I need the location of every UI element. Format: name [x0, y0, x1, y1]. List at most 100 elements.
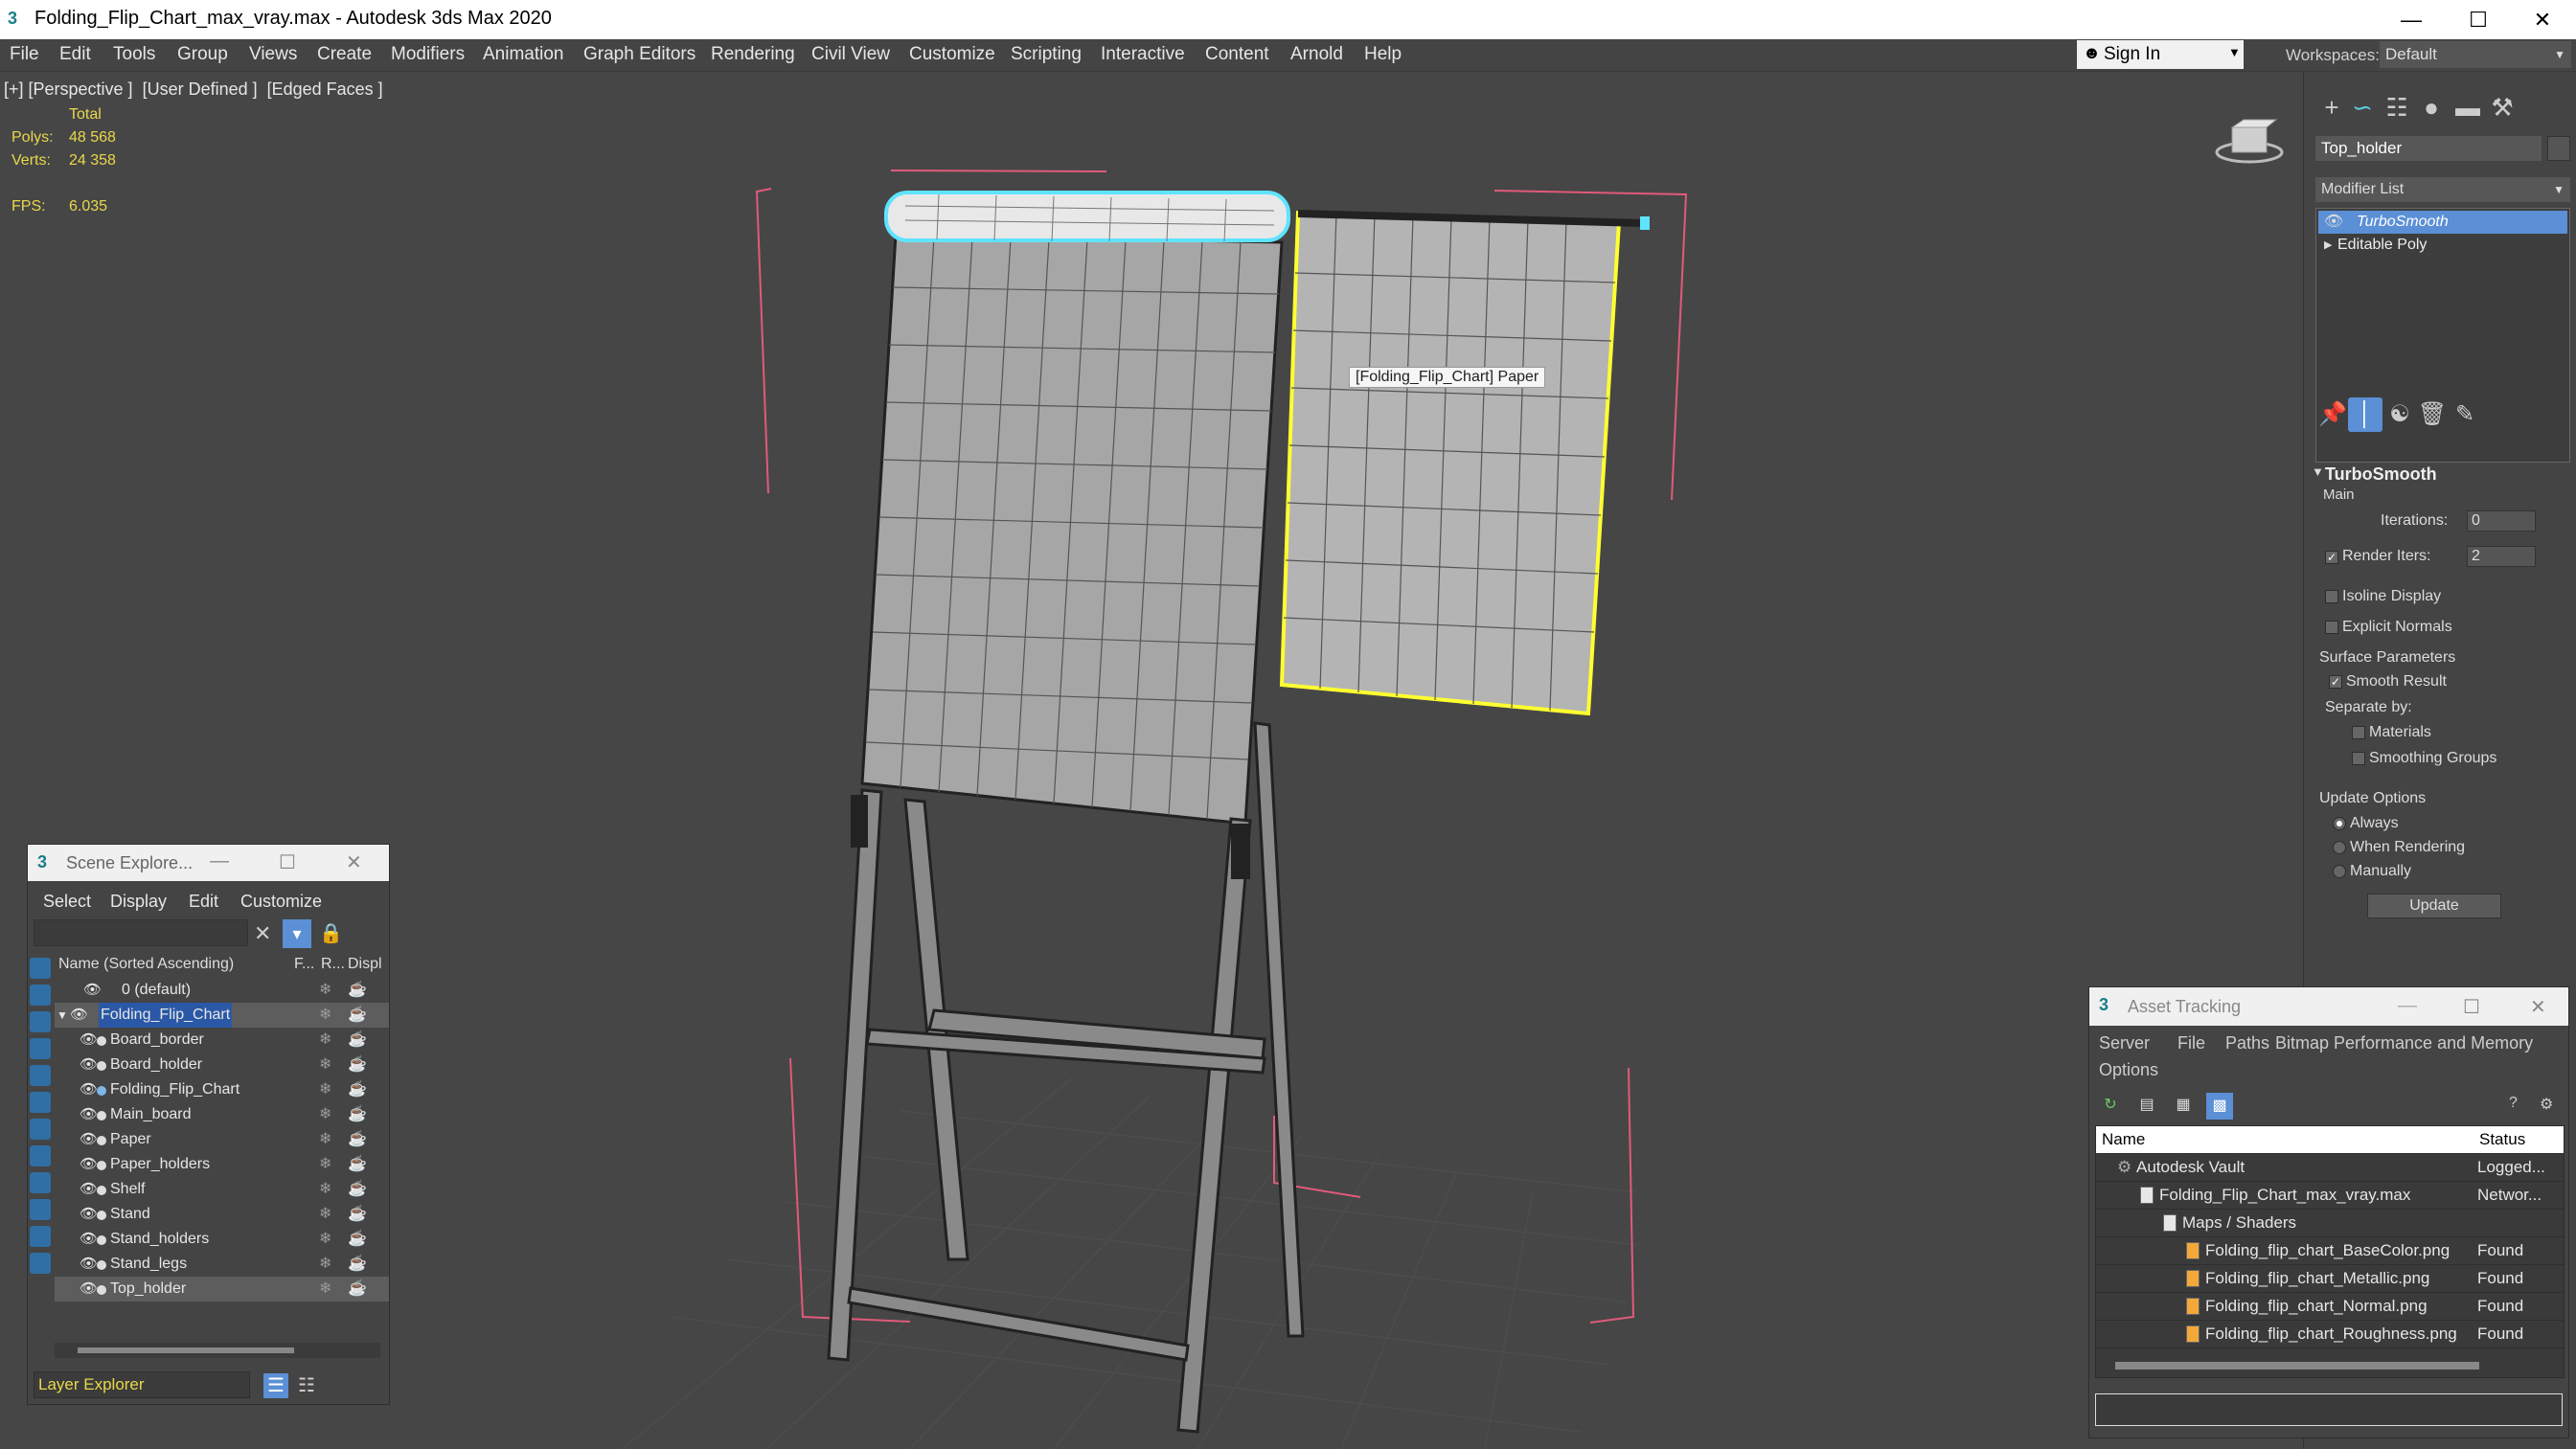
scene-search-input[interactable] — [34, 919, 248, 946]
manually-radio[interactable] — [2333, 865, 2346, 878]
scene-row[interactable]: 👁 Board_border ❄ ☕ — [55, 1028, 389, 1053]
filter-icon[interactable]: ▾ — [283, 919, 311, 948]
object-name-input[interactable] — [2315, 136, 2542, 161]
col-name[interactable]: Name — [2102, 1126, 2145, 1153]
freeze-icon[interactable]: ❄ — [319, 1053, 331, 1077]
menu-modifiers[interactable]: Modifiers — [391, 44, 465, 65]
freeze-icon[interactable]: ❄ — [319, 1127, 331, 1152]
isoline-display-checkbox[interactable] — [2325, 590, 2338, 603]
clear-search-icon[interactable]: ✕ — [254, 921, 271, 946]
render-icon[interactable]: ☕ — [348, 978, 367, 1003]
list-view-icon[interactable]: ▤ — [2135, 1095, 2158, 1118]
explicit-normals-checkbox[interactable] — [2325, 621, 2338, 634]
eye-icon[interactable]: 👁 — [80, 1202, 98, 1227]
smooth-result-checkbox[interactable]: ✓ — [2329, 675, 2342, 689]
render-iters-spinner[interactable]: 2 — [2467, 546, 2536, 567]
scene-row[interactable]: 👁 Paper ❄ ☕ — [55, 1127, 389, 1152]
motion-tab-icon[interactable]: ● — [2415, 91, 2448, 124]
eye-icon[interactable]: 👁 — [80, 1177, 98, 1202]
smoothing-groups-checkbox[interactable] — [2352, 752, 2365, 765]
eye-icon[interactable]: 👁 — [80, 1252, 98, 1277]
scene-row[interactable]: 👁 0 (default) ❄ ☕ — [55, 978, 389, 1003]
maximize-button[interactable]: ☐ — [2463, 995, 2480, 1019]
display-shapes-icon[interactable] — [30, 985, 51, 1006]
iterations-spinner[interactable]: 0 — [2467, 510, 2536, 532]
always-radio[interactable] — [2333, 817, 2346, 830]
col-render[interactable]: R... — [321, 956, 345, 973]
display-lights-icon[interactable] — [30, 1011, 51, 1032]
menu-file[interactable]: File — [10, 44, 39, 65]
close-button[interactable]: ✕ — [2507, 0, 2576, 39]
freeze-icon[interactable]: ❄ — [319, 1152, 331, 1177]
hierarchy-icon[interactable]: ☷ — [298, 1373, 315, 1397]
freeze-icon[interactable]: ❄ — [319, 1202, 331, 1227]
close-button[interactable]: ✕ — [346, 850, 362, 874]
eye-icon[interactable]: 👁 — [70, 1003, 88, 1028]
freeze-icon[interactable]: ❄ — [319, 1003, 331, 1028]
col-status[interactable]: Status — [2479, 1126, 2525, 1153]
update-button[interactable]: Update — [2367, 894, 2501, 918]
maximize-button[interactable]: ☐ — [279, 850, 296, 874]
remove-modifier-icon[interactable]: 🗑 — [2415, 397, 2450, 432]
object-color-swatch[interactable] — [2547, 136, 2570, 161]
scene-row[interactable]: 👁 Paper_holders ❄ ☕ — [55, 1152, 389, 1177]
scrollbar-thumb[interactable] — [78, 1347, 294, 1353]
freeze-icon[interactable]: ❄ — [319, 1177, 331, 1202]
asset-row[interactable]: ⚙ Autodesk Vault Logged... — [2096, 1154, 2564, 1182]
menu-arnold[interactable]: Arnold — [1290, 44, 1343, 65]
render-icon[interactable]: ☕ — [348, 1202, 367, 1227]
settings-icon[interactable]: ⚙ — [2540, 1095, 2553, 1114]
display-frozen-icon[interactable] — [30, 1226, 51, 1247]
help-icon[interactable]: ? — [2509, 1095, 2518, 1112]
se-menu-edit[interactable]: Edit — [189, 892, 218, 912]
minimize-button[interactable]: — — [2398, 995, 2417, 1017]
render-icon[interactable]: ☕ — [348, 1003, 367, 1028]
col-freeze[interactable]: F... — [294, 956, 314, 973]
freeze-icon[interactable]: ❄ — [319, 1227, 331, 1252]
modify-tab-icon[interactable]: ∽ — [2346, 91, 2379, 124]
table-view-icon[interactable]: ▦ — [2172, 1095, 2195, 1118]
render-iters-checkbox[interactable]: ✓ — [2325, 551, 2338, 564]
render-icon[interactable]: ☕ — [348, 1227, 367, 1252]
when-rendering-radio[interactable] — [2333, 841, 2346, 854]
se-menu-display[interactable]: Display — [110, 892, 167, 912]
menu-help[interactable]: Help — [1364, 44, 1402, 65]
col-display[interactable]: Displ — [348, 956, 382, 973]
render-icon[interactable]: ☕ — [348, 1102, 367, 1127]
make-unique-icon[interactable]: ☯ — [2382, 397, 2417, 432]
se-menu-customize[interactable]: Customize — [240, 892, 322, 912]
show-end-result-icon[interactable]: │ — [2348, 397, 2382, 432]
asset-row[interactable]: Folding_flip_chart_Metallic.png Found — [2096, 1265, 2564, 1293]
asset-row[interactable]: Folding_flip_chart_BaseColor.png Found — [2096, 1237, 2564, 1265]
se-menu-select[interactable]: Select — [43, 892, 91, 912]
close-button[interactable]: ✕ — [2530, 995, 2546, 1019]
at-menu-bitmap-performance[interactable]: Bitmap Performance and Memory — [2275, 1033, 2533, 1053]
scene-row[interactable]: 👁 Shelf ❄ ☕ — [55, 1177, 389, 1202]
menu-interactive[interactable]: Interactive — [1101, 44, 1185, 65]
minimize-button[interactable]: — — [210, 850, 229, 872]
menu-civil-view[interactable]: Civil View — [811, 44, 890, 65]
freeze-icon[interactable]: ❄ — [319, 1077, 331, 1102]
eye-icon[interactable]: 👁 — [80, 1102, 98, 1127]
menu-tools[interactable]: Tools — [113, 44, 155, 65]
asset-row[interactable]: Maps / Shaders — [2096, 1210, 2564, 1237]
display-groups-icon[interactable] — [30, 1119, 51, 1140]
layer-explorer-dropdown[interactable]: Layer Explorer — [34, 1371, 250, 1398]
eye-icon[interactable]: 👁 — [80, 1227, 98, 1252]
scene-row[interactable]: 👁 Stand_legs ❄ ☕ — [55, 1252, 389, 1277]
eye-icon[interactable]: 👁 — [80, 1077, 98, 1102]
at-menu-options[interactable]: Options — [2099, 1060, 2158, 1080]
eye-icon[interactable]: 👁 — [2324, 211, 2343, 234]
eye-icon[interactable]: 👁 — [80, 1053, 98, 1077]
menu-group[interactable]: Group — [177, 44, 228, 65]
hierarchy-tab-icon[interactable]: ☷ — [2381, 91, 2413, 124]
sign-in-button[interactable]: ☻ Sign In ▼ — [2077, 40, 2244, 69]
scene-row[interactable]: ▼ 👁 Folding_Flip_Chart ❄ ☕ — [55, 1003, 389, 1028]
menu-views[interactable]: Views — [249, 44, 297, 65]
asset-row[interactable]: Folding_flip_chart_Roughness.png Found — [2096, 1321, 2564, 1348]
freeze-icon[interactable]: ❄ — [319, 1102, 331, 1127]
expand-triangle-icon[interactable]: ▼ — [57, 1003, 68, 1028]
render-icon[interactable]: ☕ — [348, 1177, 367, 1202]
at-menu-file[interactable]: File — [2177, 1033, 2205, 1053]
freeze-icon[interactable]: ❄ — [319, 1252, 331, 1277]
